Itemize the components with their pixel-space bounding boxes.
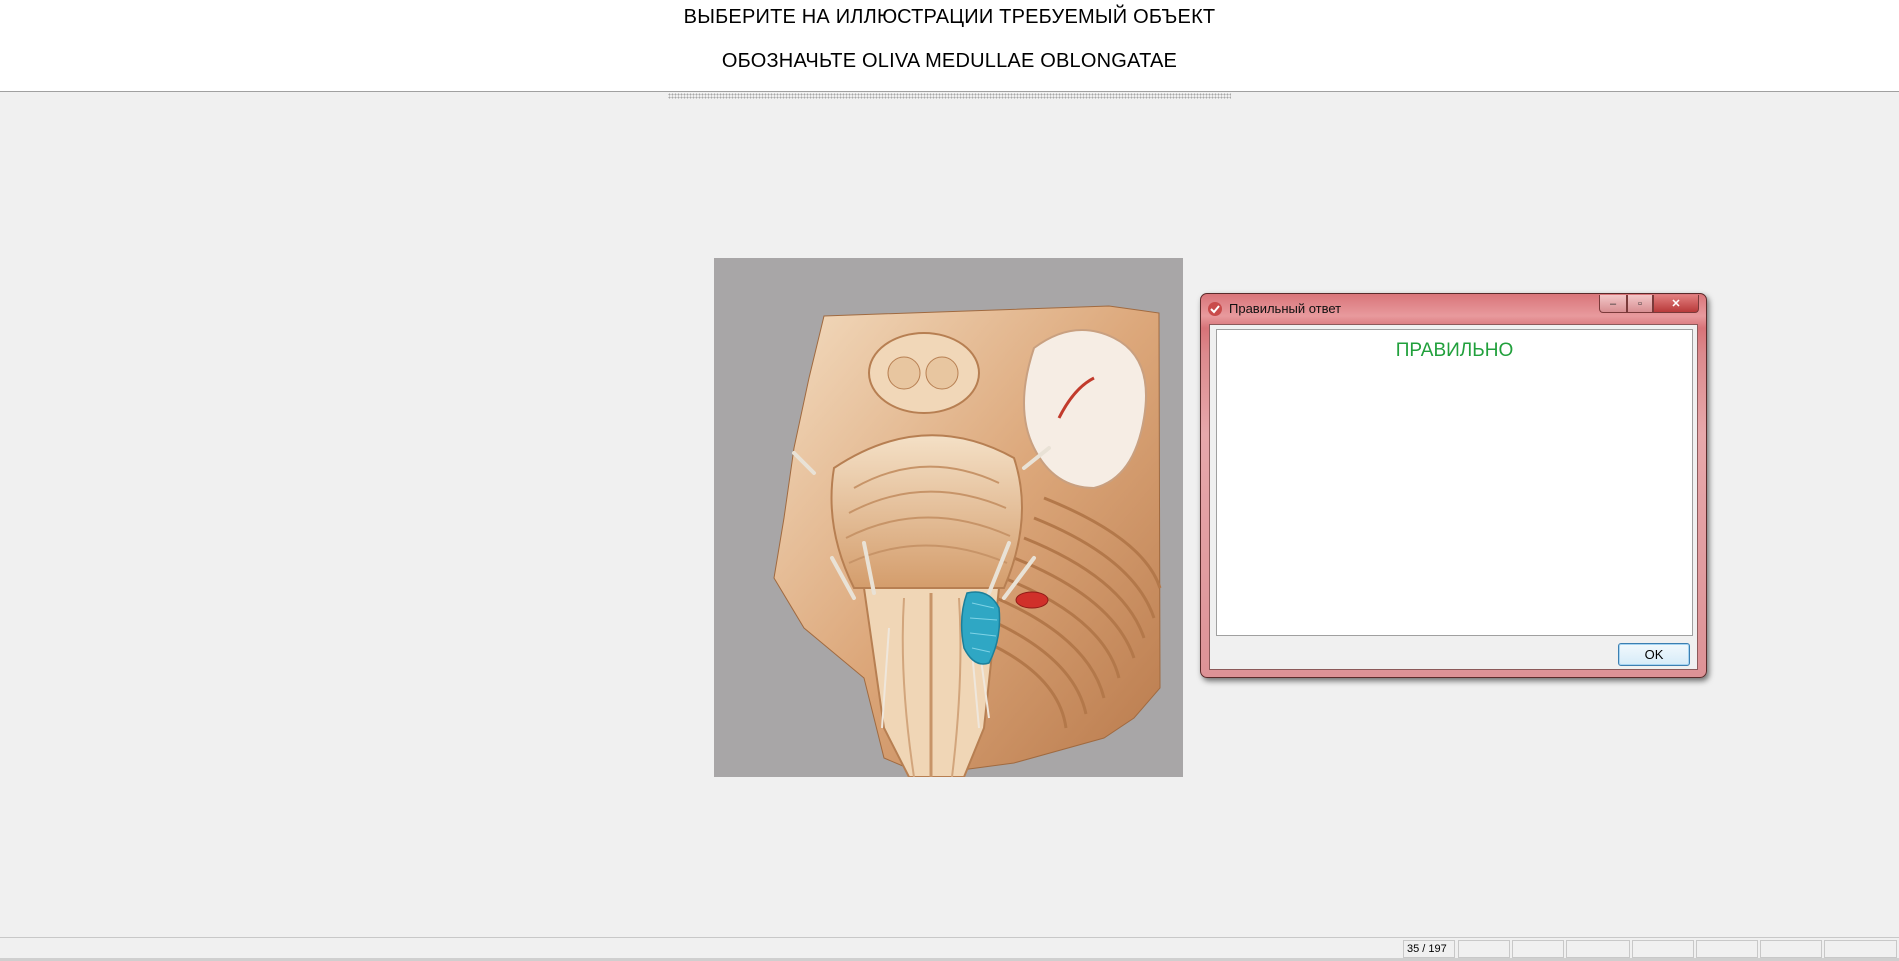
task-text: ОБОЗНАЧЬТЕ OLIVA MEDULLAE OBLONGATAE [721,50,1178,72]
status-panel-empty [1760,940,1822,958]
progress-counter: 35 / 197 [1403,940,1455,958]
status-panel-empty [1512,940,1564,958]
dialog-titlebar[interactable]: Правильный ответ – ▫ ✕ [1201,294,1706,324]
status-bar: 35 / 197 [0,937,1899,958]
status-panel-empty [1458,940,1510,958]
status-panel-empty [1566,940,1630,958]
checkmark-icon [1208,302,1222,316]
pons [830,434,1023,589]
status-panel-empty [1632,940,1694,958]
brainstem-drawing[interactable] [714,258,1183,777]
instruction-text: ВЫБЕРИТЕ НА ИЛЛЮСТРАЦИИ ТРЕБУЕМЫЙ ОБЪЕКТ [683,6,1216,28]
result-dialog: Правильный ответ – ▫ ✕ ПРАВИЛЬНО OK [1200,293,1707,678]
close-button[interactable]: ✕ [1653,295,1699,313]
oliva-highlight[interactable] [960,591,1001,665]
red-marker [1015,591,1049,609]
minimize-icon: – [1609,297,1617,310]
anatomy-illustration[interactable] [714,258,1183,777]
splitter-grip[interactable] [668,93,1231,99]
minimize-button[interactable]: – [1599,295,1627,313]
maximize-button[interactable]: ▫ [1627,295,1653,313]
ok-button[interactable]: OK [1618,643,1690,666]
task-header: ВЫБЕРИТЕ НА ИЛЛЮСТРАЦИИ ТРЕБУЕМЫЙ ОБЪЕКТ… [0,0,1899,92]
dialog-message-area: ПРАВИЛЬНО [1216,329,1693,636]
dialog-title: Правильный ответ [1229,301,1342,316]
status-panel-empty [1824,940,1897,958]
maximize-icon: ▫ [1638,297,1642,310]
close-icon: ✕ [1671,298,1681,310]
dialog-body: ПРАВИЛЬНО OK [1209,324,1698,670]
midbrain [868,332,980,414]
result-text: ПРАВИЛЬНО [1395,340,1514,361]
status-panel-empty [1696,940,1758,958]
